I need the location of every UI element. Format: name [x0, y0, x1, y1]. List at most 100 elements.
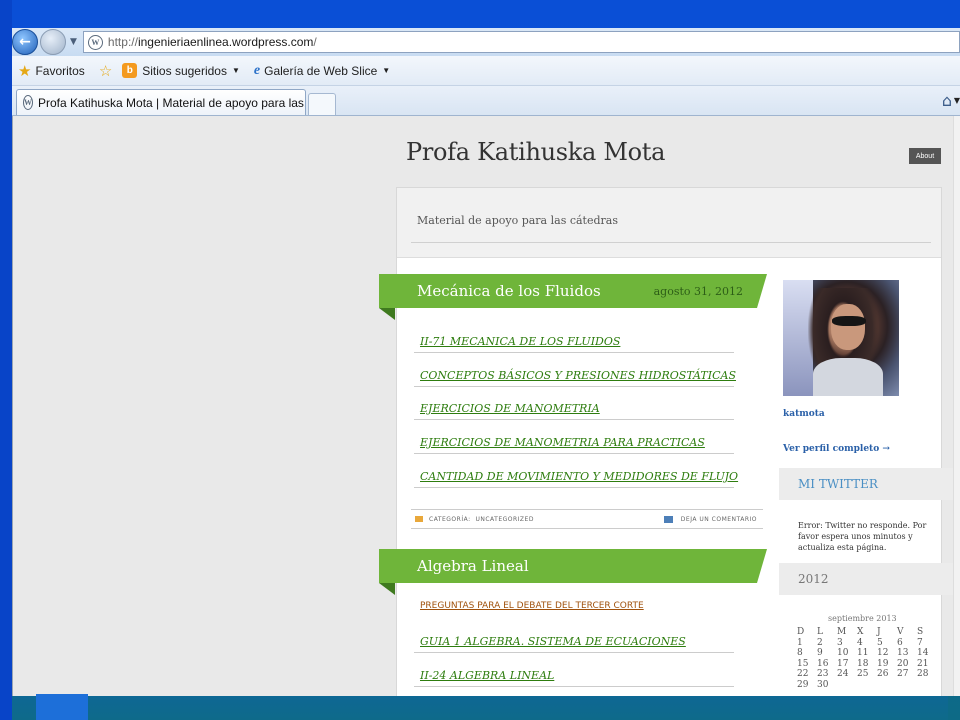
post-link[interactable]: PREGUNTAS PARA EL DEBATE DEL TERCER CORT… — [420, 601, 644, 611]
divider — [411, 242, 931, 243]
twitter-widget-heading: MI TWITTER — [779, 468, 960, 510]
calendar-day: 15 — [797, 658, 809, 669]
post-meta-row: CATEGORÍA: UNCATEGORIZED DEJA UN COMENTA… — [411, 509, 763, 529]
address-input[interactable]: W http://ingenieriaenlinea.wordpress.com… — [82, 31, 960, 53]
post-link[interactable]: II-71 MECANICA DE LOS FLUIDOS — [420, 335, 620, 348]
post-link[interactable]: EJERCICIOS DE MANOMETRIA PARA PRACTICAS — [420, 436, 705, 449]
chevron-down-icon: ▼ — [382, 66, 391, 75]
calendar-day — [857, 680, 877, 691]
webslice-gallery-button[interactable]: e Galería de Web Slice ▼ — [254, 63, 390, 79]
divider — [414, 453, 734, 454]
comment-icon — [663, 515, 673, 523]
calendar-day: 12 — [877, 648, 889, 658]
site-title[interactable]: Profa Katihuska Mota — [406, 138, 665, 166]
calendar-day: 18 — [857, 658, 869, 669]
calendar-day: 23 — [817, 669, 829, 679]
category-value[interactable]: UNCATEGORIZED — [475, 516, 534, 523]
calendar-day: 10 — [837, 648, 849, 658]
calendar-day-header: X — [857, 627, 864, 637]
calendar-day: 28 — [917, 669, 929, 679]
forward-button[interactable] — [40, 29, 66, 55]
suggested-sites-button[interactable]: b Sitios sugeridos ▼ — [122, 63, 240, 78]
about-button[interactable]: About — [909, 148, 941, 164]
post-title[interactable]: Algebra Lineal — [417, 557, 529, 575]
profile-username[interactable]: katmota — [783, 409, 825, 419]
calendar-day: 26 — [877, 669, 889, 679]
calendar-day: 22 — [797, 669, 809, 679]
suggested-sites-icon: b — [122, 63, 138, 78]
twitter-heading-label: MI TWITTER — [798, 477, 878, 491]
folder-icon — [415, 516, 423, 522]
calendar-day-header: M — [837, 627, 847, 637]
url-suffix: / — [313, 35, 317, 49]
history-dropdown-icon[interactable]: ▼ — [70, 37, 77, 47]
calendar-day-header: V — [897, 627, 904, 637]
ribbon-fold — [379, 583, 395, 595]
calendar-day: 2 — [817, 637, 823, 648]
calendar-week-row: 15 16 17 18 19 20 21 — [797, 659, 937, 670]
photo-sunglasses — [832, 316, 866, 326]
photo-shirt — [813, 358, 883, 396]
favorites-bar: ★ Favoritos ☆ b Sitios sugeridos ▼ e Gal… — [12, 56, 960, 86]
calendar-header-row: D L M X J V S — [797, 627, 937, 638]
ribbon-end — [757, 549, 767, 583]
page-scrollbar[interactable] — [953, 116, 960, 696]
divider — [414, 352, 734, 353]
browser-window: ← ▼ W http://ingenieriaenlinea.wordpress… — [12, 28, 960, 696]
calendar-day: 13 — [897, 648, 909, 658]
page-viewport: Profa Katihuska Mota About Material de a… — [12, 116, 960, 696]
description-box: Material de apoyo para las cátedras — [397, 188, 941, 258]
slide-corner-box — [36, 694, 88, 720]
divider — [414, 487, 734, 488]
tab-active[interactable]: W Profa Katihuska Mota | Material de apo… — [16, 89, 306, 115]
calendar-day: 29 — [797, 679, 809, 690]
chevron-down-icon[interactable]: ▼ — [954, 96, 960, 105]
post-link[interactable]: II-24 ALGEBRA LINEAL — [420, 669, 554, 682]
calendar-week-row: 22 23 24 25 26 27 28 — [797, 669, 937, 680]
favorites-label: Favoritos — [35, 63, 85, 78]
home-icon[interactable]: ⌂ — [942, 91, 952, 110]
calendar-week-row: 1 2 3 4 5 6 7 — [797, 638, 937, 649]
post-link[interactable]: EJERCICIOS DE MANOMETRIA — [420, 402, 600, 415]
ribbon-end — [757, 274, 767, 308]
suggested-sites-label: Sitios sugeridos — [142, 63, 227, 78]
favorites-button[interactable]: ★ Favoritos — [18, 62, 85, 80]
chevron-down-icon: ▼ — [231, 66, 240, 75]
post-link[interactable]: CONCEPTOS BÁSICOS Y PRESIONES HIDROSTÁTI… — [420, 369, 736, 382]
slide-left-stripe — [0, 0, 12, 720]
back-button[interactable]: ← — [12, 29, 38, 55]
view-profile-link[interactable]: Ver perfil completo → — [783, 444, 890, 454]
url-prefix: http:// — [107, 35, 138, 49]
calendar-day-header: S — [917, 627, 924, 637]
calendar-day — [897, 680, 917, 691]
calendar-day: 24 — [837, 669, 849, 679]
calendar-grid: D L M X J V S 1 2 3 4 5 6 7 8 9 10 11 12… — [797, 627, 937, 690]
calendar-day-header: D — [797, 627, 805, 637]
calendar-week-row: 8 9 10 11 12 13 14 — [797, 648, 937, 659]
post-link[interactable]: CANTIDAD DE MOVIMIENTO Y MEDIDORES DE FL… — [420, 470, 738, 483]
calendar-day: 4 — [857, 637, 863, 648]
post-header-ribbon: Mecánica de los Fluidos agosto 31, 2012 — [379, 274, 767, 308]
divider — [414, 686, 734, 687]
webslice-label: Galería de Web Slice — [264, 63, 378, 78]
leave-comment-link[interactable]: DEJA UN COMENTARIO — [681, 516, 757, 523]
calendar-day: 9 — [817, 648, 823, 658]
calendar-day: 6 — [897, 637, 903, 648]
calendar-day: 20 — [897, 658, 909, 669]
avatar[interactable] — [783, 280, 899, 396]
post-link[interactable]: GUIA 1 ALGEBRA. SISTEMA DE ECUACIONES — [420, 635, 686, 648]
add-favorite-button[interactable]: ☆ — [99, 62, 116, 80]
calendar-week-row: 29 30 — [797, 680, 937, 691]
calendar-day: 27 — [897, 669, 909, 679]
post-title[interactable]: Mecánica de los Fluidos — [417, 282, 601, 300]
twitter-error-message: Error: Twitter no responde. Por favor es… — [798, 521, 927, 552]
new-tab-button[interactable] — [308, 93, 336, 115]
calendar-day: 16 — [817, 658, 829, 669]
divider — [414, 386, 734, 387]
post-header-ribbon: Algebra Lineal — [379, 549, 767, 583]
calendar-day: 3 — [837, 637, 843, 648]
calendar-day: 19 — [877, 658, 889, 669]
add-star-icon: ☆ — [98, 62, 113, 80]
calendar-day: 14 — [917, 648, 929, 658]
divider — [414, 652, 734, 653]
